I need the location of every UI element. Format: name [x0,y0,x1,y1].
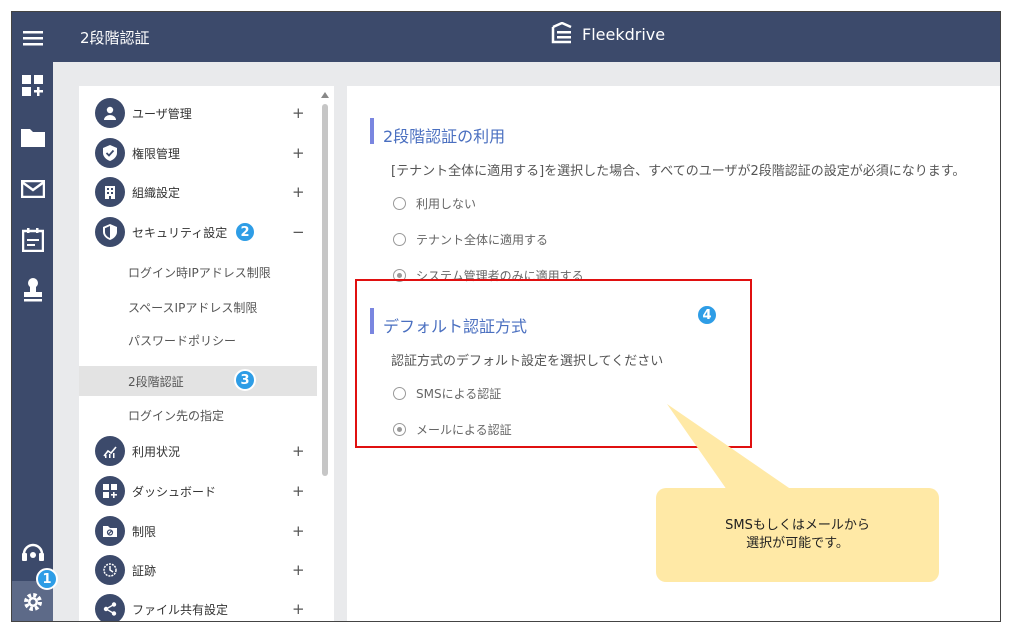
radio-button[interactable] [393,197,406,210]
expand-icon[interactable]: + [292,104,305,122]
callout-line-2: 選択が可能です。 [746,536,849,551]
share-icon [95,594,125,621]
user-icon [95,98,125,128]
scroll-thumb[interactable] [322,104,328,476]
sidebar-item-organization[interactable]: 組織設定 + [79,173,317,211]
page-title: 2段階認証 [80,29,150,47]
app-window: 1 2段階認証 Fleekdrive ユーザ管理 + 権限管理 + 組織設定 +… [11,11,1001,622]
calendar-icon[interactable] [12,220,53,260]
section-accent-bar [370,118,374,144]
expand-icon[interactable]: + [292,144,305,162]
building-icon [95,177,125,207]
sidebar-subitem-two-factor-auth[interactable]: 2段階認証 [79,366,317,396]
sidebar-item-security[interactable]: セキュリティ設定 − [79,213,317,251]
chart-icon [95,436,125,466]
brand-name: Fleekdrive [582,24,666,44]
sidebar-item-restriction[interactable]: 制限 + [79,512,317,550]
sidebar-item-file-sharing[interactable]: ファイル共有設定 + [79,590,317,621]
sidebar-subitem-label: ログイン先の指定 [128,408,225,423]
step-badge-2: 2 [234,221,256,243]
folder-restrict-icon [95,516,125,546]
section-description: [テナント全体に適用する]を選択した場合、すべてのユーザが2段階認証の設定が必須… [391,164,966,179]
left-rail: 1 [12,12,58,621]
step-badge-1: 1 [36,568,58,590]
support-icon[interactable] [12,532,53,572]
callout-line-1: SMSもしくはメールから [725,518,870,533]
sidebar-subitem-login-ip-restriction[interactable]: ログイン時IPアドレス制限 [79,257,317,287]
expand-icon[interactable]: + [292,482,305,500]
sidebar-item-label: 利用状況 [132,444,181,459]
expand-icon[interactable]: + [292,442,305,460]
collapse-icon[interactable]: − [292,223,305,241]
sidebar-item-user-management[interactable]: ユーザ管理 + [79,94,317,132]
folder-icon[interactable] [12,117,53,157]
radio-label: 利用しない [416,197,477,211]
brand-logo[interactable]: Fleekdrive [550,22,665,46]
history-icon [95,555,125,585]
sidebar-item-dashboard[interactable]: ダッシュボード + [79,472,317,510]
callout-note: SMSもしくはメールから 選択が可能です。 [656,488,939,582]
expand-icon[interactable]: + [292,183,305,201]
dashboard-add-icon[interactable] [12,66,53,106]
sidebar-subitem-login-destination[interactable]: ログイン先の指定 [79,400,317,430]
security-shield-icon [95,217,125,247]
sidebar-subitem-label: 2段階認証 [128,374,184,389]
sidebar-item-label: ダッシュボード [132,484,217,499]
menu-icon[interactable] [12,18,53,58]
sidebar-subitem-space-ip-restriction[interactable]: スペースIPアドレス制限 [79,292,317,322]
expand-icon[interactable]: + [292,522,305,540]
step-badge-3: 3 [234,369,256,391]
sidebar-item-label: 権限管理 [132,146,181,161]
stamp-icon[interactable] [12,270,53,310]
sidebar-item-label: セキュリティ設定 [132,225,228,240]
radio-option-tenant-wide[interactable]: テナント全体に適用する [393,231,548,248]
sidebar-subitem-password-policy[interactable]: パスワードポリシー [79,325,317,355]
sidebar-item-label: 証跡 [132,563,157,578]
step-badge-4: 4 [696,304,718,326]
mail-icon[interactable] [12,169,53,209]
sidebar-item-audit-trail[interactable]: 証跡 + [79,551,317,589]
radio-label: テナント全体に適用する [416,233,549,247]
top-header: 2段階認証 Fleekdrive [53,12,1000,62]
sidebar-item-usage[interactable]: 利用状況 + [79,432,317,470]
sidebar-item-label: 制限 [132,524,157,539]
sidebar-scrollbar[interactable] [321,92,329,621]
scroll-up-icon[interactable] [321,92,329,98]
fleekdrive-logo-icon [551,22,572,44]
highlight-frame [355,279,752,448]
sidebar-item-label: 組織設定 [132,185,181,200]
settings-sidebar: ユーザ管理 + 権限管理 + 組織設定 + セキュリティ設定 − 2 ログイン時… [79,86,334,621]
expand-icon[interactable]: + [292,561,305,579]
sidebar-subitem-label: ログイン時IPアドレス制限 [128,265,271,280]
section-title-two-factor: 2段階認証の利用 [383,127,506,146]
radio-button[interactable] [393,233,406,246]
radio-option-disabled[interactable]: 利用しない [393,195,476,212]
shield-check-icon [95,138,125,168]
sidebar-item-label: ユーザ管理 [132,106,192,121]
sidebar-subitem-label: スペースIPアドレス制限 [128,300,258,315]
dashboard-icon [95,476,125,506]
expand-icon[interactable]: + [292,600,305,618]
sidebar-subitem-label: パスワードポリシー [128,333,237,348]
sidebar-item-label: ファイル共有設定 [132,602,229,617]
sidebar-item-permissions[interactable]: 権限管理 + [79,134,317,172]
